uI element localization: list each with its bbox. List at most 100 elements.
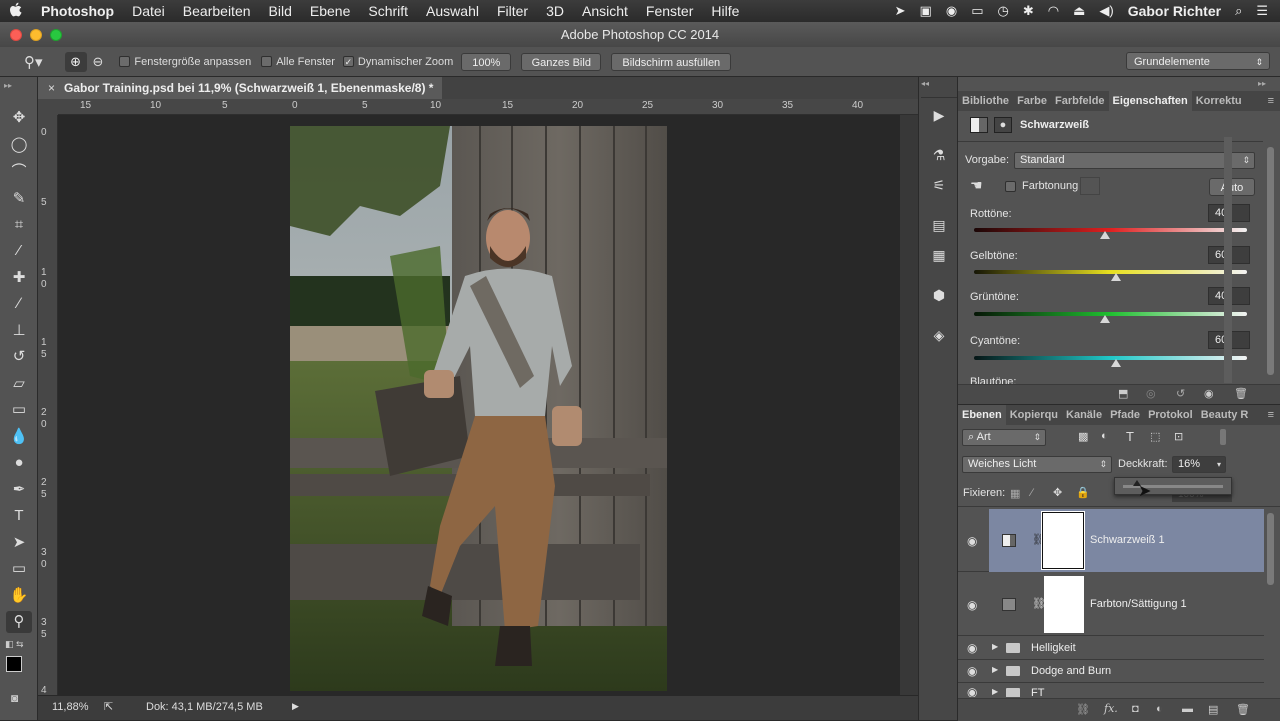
layers-scrollbar[interactable] (1267, 513, 1274, 585)
fill-screen-button[interactable]: Bildschirm ausfüllen (611, 52, 732, 71)
user-name[interactable]: Gabor Richter (1128, 3, 1221, 19)
document-tab[interactable]: × Gabor Training.psd bei 11,9% (Schwarzw… (38, 77, 442, 99)
tab-farbe[interactable]: Farbe (1013, 91, 1051, 111)
menu-schrift[interactable]: Schrift (359, 3, 417, 19)
eject-icon[interactable]: ⏏ (1073, 3, 1085, 19)
fit-window-checkbox[interactable] (119, 56, 131, 68)
layer-name[interactable]: Dodge and Burn (1031, 665, 1111, 677)
tab-kopierquelle[interactable]: Kopierqu (1006, 405, 1062, 425)
notes-icon[interactable]: ▤ (927, 213, 951, 237)
filter-adjustment-icon[interactable]: ◐ (1101, 430, 1108, 442)
props-scrollbar[interactable] (1267, 147, 1274, 375)
clip-to-layer-icon[interactable]: ⬒ (1118, 387, 1128, 400)
brush-presets-icon[interactable]: ⚗ (927, 143, 951, 167)
actions-play-icon[interactable]: ▶ (927, 103, 951, 127)
expand-group-icon[interactable]: ▶ (992, 665, 998, 674)
eyedropper-tool-icon[interactable]: ⁄ (6, 240, 32, 262)
zoom-level[interactable]: 11,88% (52, 701, 89, 713)
minimize-window-button[interactable] (30, 29, 42, 41)
blur-tool-icon[interactable]: 💧 (6, 426, 32, 448)
props-collapse-icon[interactable]: ▸▸ (1258, 79, 1266, 88)
record-icon[interactable]: ◉ (946, 3, 957, 19)
slider-green-track[interactable] (974, 312, 1247, 316)
bluetooth-icon[interactable]: ✱ (1023, 3, 1034, 19)
workspace-select[interactable]: Grundelemente ⇕ (1126, 52, 1270, 70)
menu-ansicht[interactable]: Ansicht (573, 3, 637, 19)
layers-stack-icon[interactable]: ◈ (927, 323, 951, 347)
zoom-in-icon[interactable]: ⊕ (64, 51, 87, 72)
zoom-out-icon[interactable]: ⊖ (93, 54, 104, 70)
opacity-slider-popup[interactable] (1114, 477, 1232, 495)
lock-position-icon[interactable]: ✥ (1053, 486, 1062, 499)
filter-pixel-icon[interactable]: ▩ (1078, 430, 1088, 443)
delete-layer-icon[interactable]: 🗑 (1236, 703, 1250, 716)
tool-presets-icon[interactable]: ⚟ (927, 173, 951, 197)
zoom-tool-preset-icon[interactable]: ⚲▾ (24, 53, 43, 71)
panel-menu-icon[interactable]: ≡ (1268, 91, 1274, 111)
path-selection-tool-icon[interactable]: ➤ (6, 532, 32, 554)
hand-tool-icon[interactable]: ✋ (6, 585, 32, 607)
tint-color-swatch[interactable] (1080, 177, 1100, 195)
layer-name[interactable]: Farbton/Sättigung 1 (1090, 598, 1187, 610)
dynamic-zoom-checkbox[interactable]: ✓ (342, 56, 354, 68)
expand-group-icon[interactable]: ▶ (992, 642, 998, 651)
layer-visibility-eye-icon[interactable]: ◉ (967, 664, 977, 678)
share-icon[interactable]: ⇱ (104, 700, 113, 713)
dynamic-zoom-option[interactable]: ✓ Dynamischer Zoom (342, 56, 453, 68)
gradient-tool-icon[interactable]: ▭ (6, 399, 32, 421)
dodge-tool-icon[interactable]: ● (6, 452, 32, 474)
menu-datei[interactable]: Datei (123, 3, 174, 19)
new-layer-icon[interactable]: ▤ (1208, 703, 1218, 716)
layer-row[interactable]: ◉ ⛓ Schwarzweiß 1 (958, 509, 1264, 572)
lock-all-icon[interactable]: 🔒 (1076, 486, 1090, 499)
all-windows-option[interactable]: Alle Fenster (261, 56, 335, 68)
rectangle-tool-icon[interactable]: ▭ (6, 558, 32, 580)
adjustment-icon[interactable] (970, 117, 988, 133)
layer-mask-thumbnail[interactable] (1044, 576, 1084, 633)
quick-mask-icon[interactable]: ◙ (11, 691, 18, 705)
layers-menu-icon[interactable]: ≡ (1268, 405, 1274, 425)
collapse-toolbar-icon[interactable]: ▸▸ (4, 81, 12, 90)
layer-row[interactable]: ◉ ⛓ Farbton/Sättigung 1 (958, 573, 1264, 636)
layer-name[interactable]: Schwarzweiß 1 (1090, 534, 1165, 546)
quick-selection-tool-icon[interactable]: ✎ (6, 188, 32, 210)
fit-window-option[interactable]: Fenstergröße anpassen (119, 56, 251, 68)
add-mask-icon[interactable]: ◘ (1132, 703, 1139, 715)
new-group-icon[interactable]: ▬ (1182, 703, 1193, 715)
slider-yellow-thumb[interactable] (1110, 273, 1121, 281)
vertical-scrollbar[interactable] (900, 115, 918, 695)
layer-visibility-eye-icon[interactable]: ◉ (967, 598, 977, 612)
layer-visibility-eye-icon[interactable]: ◉ (967, 641, 977, 655)
dock-collapse-icon[interactable]: ◂◂ (921, 79, 929, 88)
filter-shape-icon[interactable]: ⬚ (1150, 430, 1160, 443)
close-window-button[interactable] (10, 29, 22, 41)
tab-beauty-retouch[interactable]: Beauty R (1197, 405, 1253, 425)
layer-group-row[interactable]: ◉ ▶ Helligkeit (958, 637, 1264, 660)
lasso-tool-icon[interactable]: ⌒ (6, 161, 32, 183)
filter-smartobject-icon[interactable]: ⊡ (1174, 430, 1183, 443)
airplay-icon[interactable]: ▭ (971, 3, 983, 19)
apple-menu-icon[interactable] (0, 2, 32, 21)
default-colors-icon[interactable]: ◧ ⇆ (5, 639, 24, 650)
status-menu-arrow-icon[interactable]: ▶ (292, 701, 299, 712)
link-layers-icon[interactable]: ⛓ (1076, 703, 1090, 716)
menu-ebene[interactable]: Ebene (301, 3, 359, 19)
clone-stamp-tool-icon[interactable]: ⊥ (6, 320, 32, 342)
slider-green-thumb[interactable] (1100, 315, 1111, 323)
layer-visibility-eye-icon[interactable]: ◉ (967, 534, 977, 548)
lock-transparency-icon[interactable]: ▦ (1010, 487, 1020, 500)
status-arrows-icon[interactable]: ➤ (895, 3, 906, 19)
blend-mode-select[interactable]: Weiches Licht ⇕ (962, 456, 1112, 473)
tint-checkbox[interactable] (1005, 181, 1016, 192)
tab-protokoll[interactable]: Protokol (1144, 405, 1197, 425)
zoom-window-button[interactable] (50, 29, 62, 41)
reset-icon[interactable]: ↺ (1176, 387, 1185, 400)
tab-ebenen[interactable]: Ebenen (958, 405, 1006, 425)
mask-icon[interactable]: ● (994, 117, 1012, 133)
3d-panel-icon[interactable]: ⬢ (927, 283, 951, 307)
tab-bibliothek[interactable]: Bibliothe (958, 91, 1013, 111)
spotlight-search-icon[interactable]: ⌕ (1235, 3, 1242, 19)
visibility-eye-icon[interactable]: ◉ (1204, 387, 1214, 400)
all-windows-checkbox[interactable] (261, 56, 273, 68)
wifi-icon[interactable]: ◠ (1048, 3, 1059, 19)
